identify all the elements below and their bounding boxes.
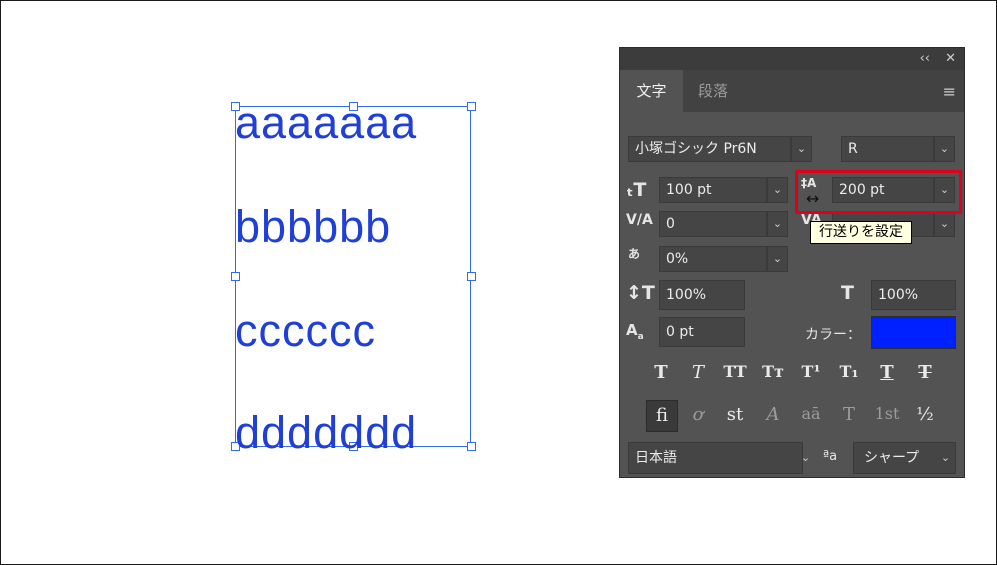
language-field[interactable]: 日本語 bbox=[628, 442, 803, 474]
ligature-button[interactable]: fi bbox=[646, 400, 678, 432]
text-line-d[interactable]: ddddddd bbox=[235, 410, 417, 455]
chevron-down-icon[interactable]: ⌄ bbox=[935, 446, 956, 472]
chevron-down-icon[interactable]: ⌄ bbox=[767, 246, 788, 272]
panel-titlebar: ‹‹ ✕ bbox=[620, 48, 964, 70]
all-caps-button[interactable]: TT bbox=[720, 364, 750, 380]
baseline-shift-icon: Aa bbox=[626, 321, 644, 342]
color-swatch[interactable] bbox=[871, 316, 956, 349]
chevron-down-icon[interactable]: ⌄ bbox=[791, 136, 812, 162]
collapse-button[interactable]: ‹‹ bbox=[920, 51, 930, 66]
chevron-down-icon[interactable]: ⌄ bbox=[934, 136, 955, 162]
text-frame[interactable] bbox=[235, 106, 471, 447]
kerning-icon: V/A bbox=[626, 212, 653, 228]
small-caps-button[interactable]: Tт bbox=[758, 364, 788, 380]
cursor-icon: ↔ bbox=[806, 189, 820, 208]
tsume-field[interactable]: 0% bbox=[659, 246, 767, 272]
vertical-scale-field[interactable]: 100% bbox=[659, 280, 745, 310]
titling-alternates-button[interactable]: T bbox=[834, 406, 864, 424]
vertical-scale-icon: ↕T bbox=[626, 282, 655, 304]
underline-button[interactable]: T bbox=[872, 364, 902, 382]
superscript-button[interactable]: T¹ bbox=[796, 364, 826, 380]
handle-middle-right[interactable] bbox=[467, 272, 476, 281]
font-style-field[interactable]: R bbox=[841, 136, 934, 162]
leading-tooltip: 行送りを設定 bbox=[810, 221, 912, 244]
color-label: カラー： bbox=[805, 327, 861, 343]
chevron-down-icon[interactable]: ⌄ bbox=[767, 211, 788, 237]
antialias-icon: ªa bbox=[823, 449, 838, 464]
discretionary-ligature-button[interactable]: st bbox=[720, 406, 750, 424]
chevron-down-icon[interactable]: ⌄ bbox=[767, 177, 788, 203]
chevron-down-icon[interactable]: ⌄ bbox=[795, 446, 816, 472]
text-line-b[interactable]: bbbbbb bbox=[235, 204, 391, 249]
handle-bottom-right[interactable] bbox=[467, 442, 476, 451]
swash-button[interactable]: A bbox=[758, 406, 788, 424]
font-size-field[interactable]: 100 pt bbox=[659, 177, 767, 203]
fractions-button[interactable]: ½ bbox=[910, 406, 940, 424]
tab-character[interactable]: 文字 bbox=[620, 70, 683, 112]
ordinals-button[interactable]: 1st bbox=[872, 406, 902, 422]
strikethrough-button[interactable]: T bbox=[910, 364, 940, 382]
chevron-down-icon[interactable]: ⌄ bbox=[934, 211, 955, 237]
handle-middle-left[interactable] bbox=[231, 272, 240, 281]
text-line-a[interactable]: aaaaaaa bbox=[235, 100, 417, 145]
baseline-shift-field[interactable]: 0 pt bbox=[659, 317, 745, 347]
faux-bold-button[interactable]: T bbox=[646, 364, 676, 382]
old-style-button[interactable]: ơ bbox=[683, 406, 713, 424]
horizontal-scale-field[interactable]: 100% bbox=[871, 280, 956, 310]
hamburger-menu-icon[interactable]: ≡ bbox=[943, 82, 956, 101]
tsume-icon: あ bbox=[628, 247, 641, 261]
close-button[interactable]: ✕ bbox=[945, 51, 956, 66]
character-panel: ‹‹ ✕ 文字 段落 ≡ 小塚ゴシック Pr6N ⌄ R ⌄ ₜT 100 pt… bbox=[619, 47, 965, 478]
leading-highlight-box bbox=[795, 170, 962, 214]
kerning-field[interactable]: 0 bbox=[659, 211, 767, 237]
font-family-field[interactable]: 小塚ゴシック Pr6N bbox=[628, 136, 791, 162]
handle-top-right[interactable] bbox=[467, 102, 476, 111]
tab-paragraph[interactable]: 段落 bbox=[683, 70, 743, 112]
faux-italic-button[interactable]: T bbox=[683, 364, 713, 382]
text-line-c[interactable]: cccccc bbox=[235, 308, 376, 353]
panel-tabbar: 文字 段落 ≡ bbox=[620, 70, 964, 112]
subscript-button[interactable]: T₁ bbox=[834, 364, 864, 380]
font-size-icon: ₜT bbox=[626, 179, 647, 201]
horizontal-scale-icon: T bbox=[841, 282, 854, 304]
stylistic-alternates-button[interactable]: aā bbox=[796, 406, 826, 422]
